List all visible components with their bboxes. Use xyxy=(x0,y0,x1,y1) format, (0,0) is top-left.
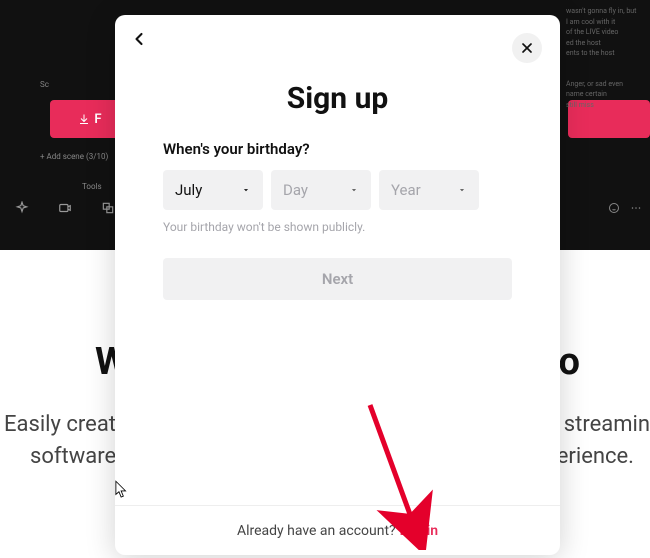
year-placeholder: Year xyxy=(391,181,421,199)
sparkle-icon[interactable] xyxy=(10,196,34,220)
close-icon xyxy=(519,40,535,56)
footer-text: Already have an account? xyxy=(237,523,396,539)
day-placeholder: Day xyxy=(283,181,308,199)
login-link[interactable]: Log in xyxy=(400,523,438,539)
month-value: July xyxy=(175,181,202,199)
bg-right-icons xyxy=(608,202,642,214)
month-select[interactable]: July xyxy=(163,170,263,210)
back-button[interactable] xyxy=(129,29,149,49)
birthday-hint: Your birthday won't be shown publicly. xyxy=(163,220,512,234)
bg-tools-row xyxy=(0,196,130,220)
caret-down-icon xyxy=(241,185,251,195)
bg-sc-label: Sc xyxy=(40,80,49,89)
chevron-left-icon xyxy=(129,29,149,49)
modal-footer: Already have an account? Log in xyxy=(115,505,560,555)
next-label: Next xyxy=(322,270,353,288)
day-select[interactable]: Day xyxy=(271,170,371,210)
more-icon[interactable] xyxy=(630,202,642,214)
year-select[interactable]: Year xyxy=(379,170,479,210)
signup-modal: Sign up When's your birthday? July Day Y… xyxy=(115,15,560,555)
bg-add-scene[interactable]: + Add scene (3/10) xyxy=(40,152,108,161)
emoji-icon[interactable] xyxy=(608,202,620,214)
bg-tools-label: Tools xyxy=(82,182,102,191)
modal-title: Sign up xyxy=(115,81,560,116)
caret-down-icon xyxy=(349,185,359,195)
modal-body: When's your birthday? July Day Year Your… xyxy=(115,116,560,505)
caret-down-icon xyxy=(457,185,467,195)
birthday-label: When's your birthday? xyxy=(163,140,512,158)
bg-right-text: wasn't gonna fly in, but I am cool with … xyxy=(560,0,650,230)
modal-header xyxy=(115,15,560,63)
bg-button-frag: F xyxy=(94,112,101,127)
next-button[interactable]: Next xyxy=(163,258,512,300)
birthday-selects: July Day Year xyxy=(163,170,512,210)
close-button[interactable] xyxy=(512,33,542,63)
camera-icon[interactable] xyxy=(53,196,77,220)
download-icon xyxy=(78,113,90,125)
